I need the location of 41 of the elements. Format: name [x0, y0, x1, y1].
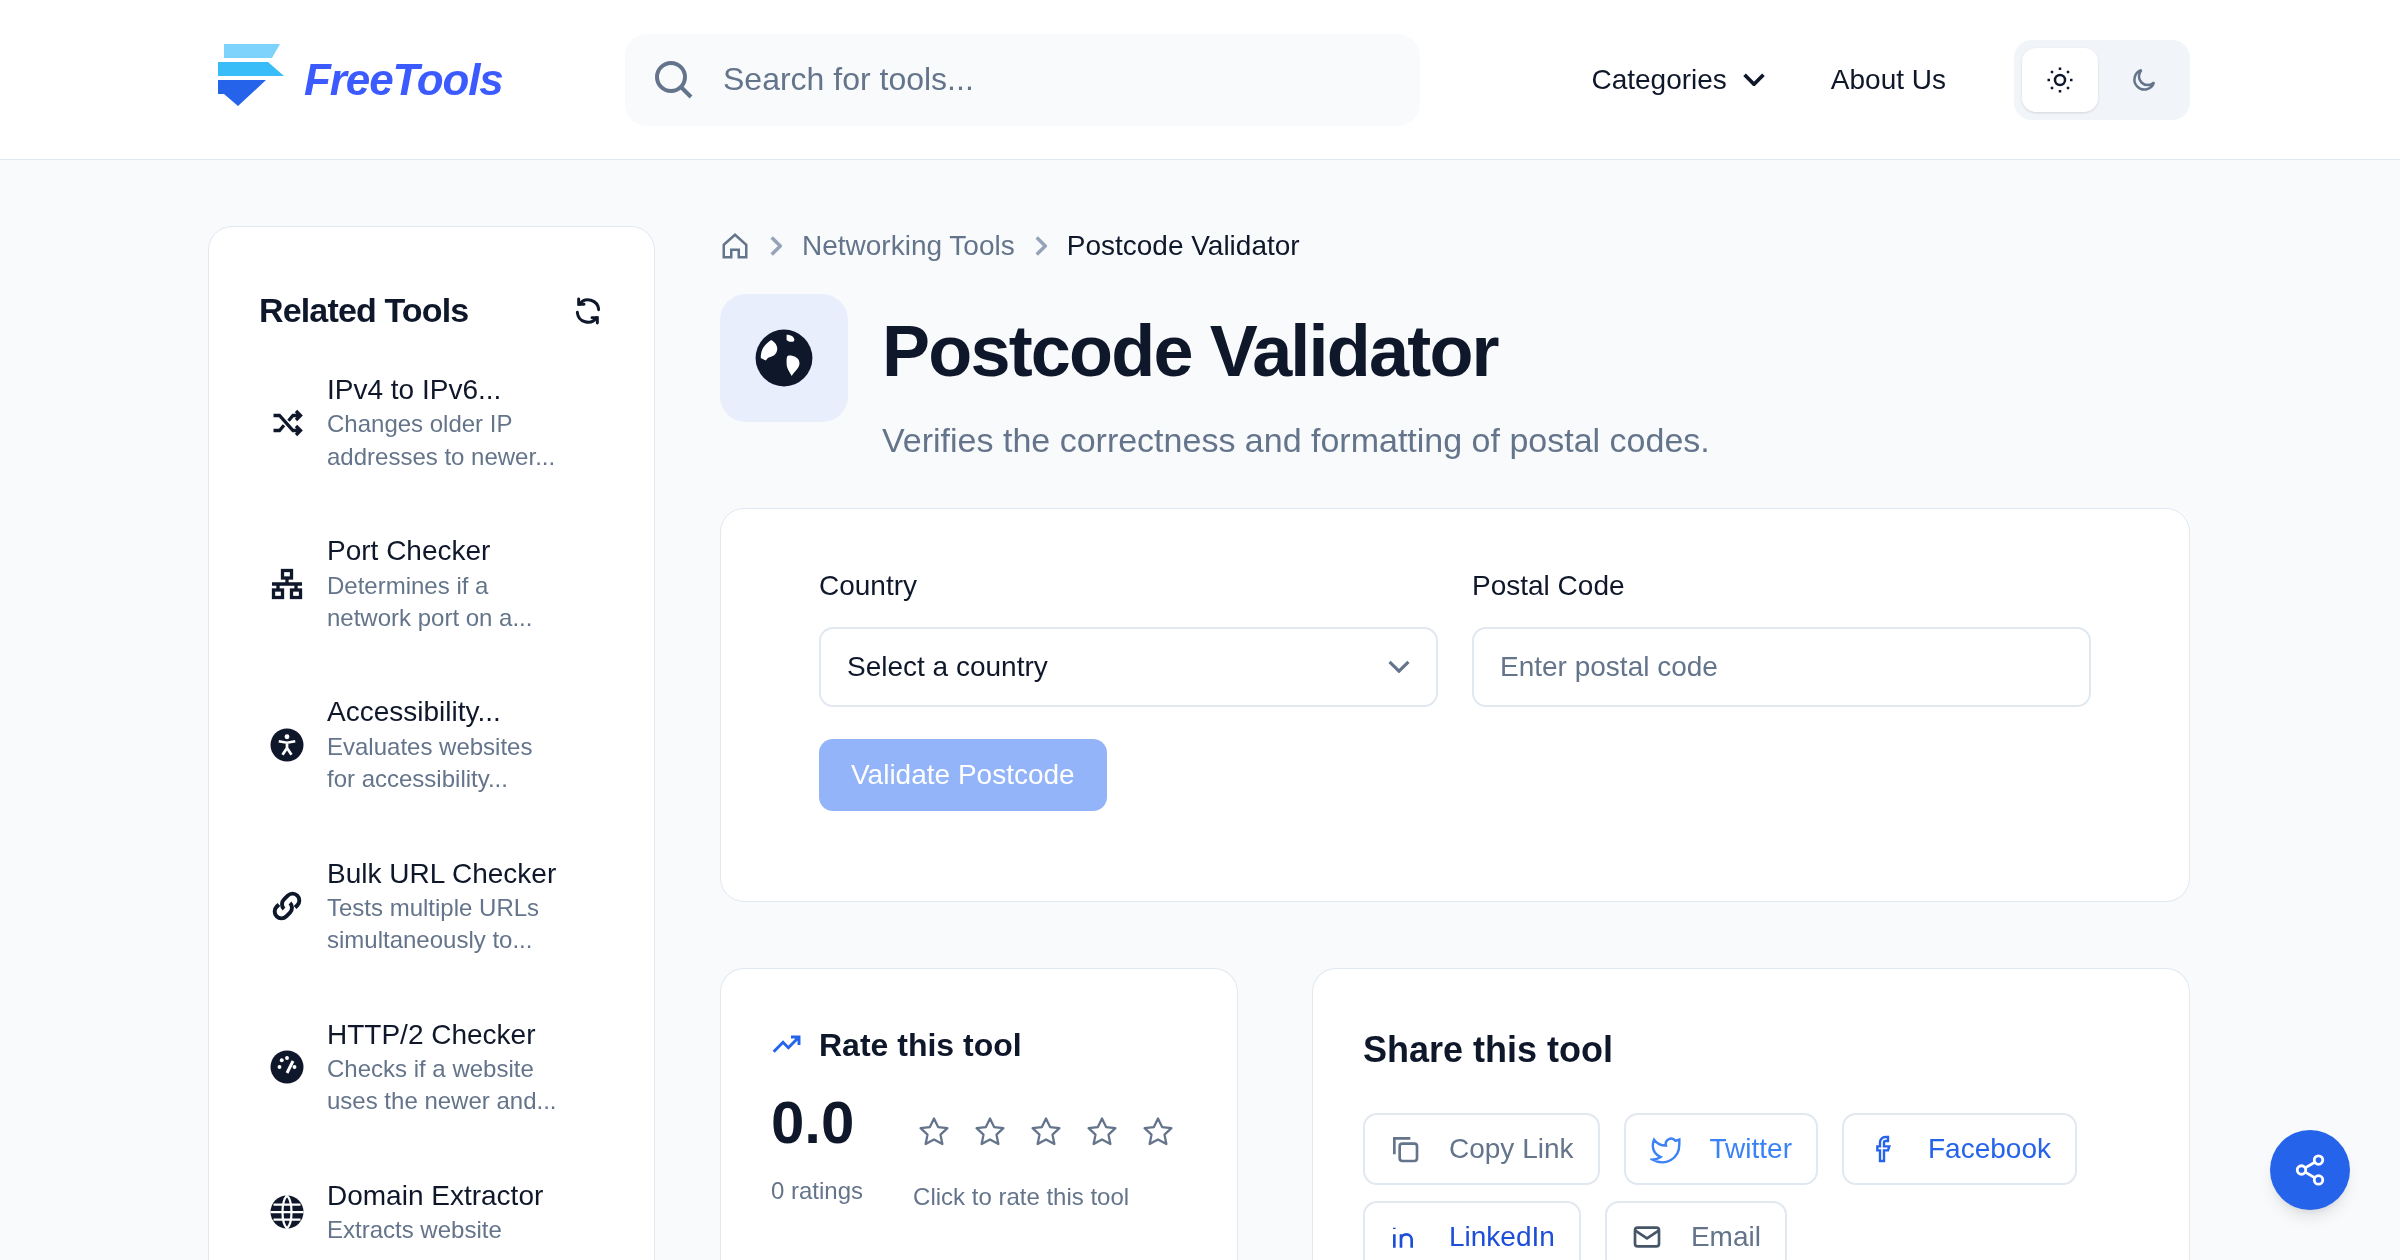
share-button[interactable]: Copy Link: [1363, 1112, 1600, 1185]
breadcrumb-link[interactable]: Networking Tools: [802, 225, 1015, 267]
globe-icon: [269, 1194, 305, 1231]
sidebar-item[interactable]: Accessibility... Evaluates websites for accessibility...: [259, 694, 604, 796]
sidebar-item[interactable]: Bulk URL Checker Tests multiple URLs simultaneously to...: [259, 855, 604, 957]
page-title: Postcode Validator: [882, 310, 1500, 393]
chevron-right-icon: [770, 236, 782, 256]
chevron-right-icon: [1034, 236, 1047, 256]
nav-link[interactable]: About Us: [1830, 58, 1946, 101]
sidebar-title: Related Tools: [259, 290, 469, 331]
rating-hint: Click to rate this tool: [913, 1181, 1131, 1212]
sidebar-item[interactable]: Port Checker Determines if a network port on a...: [259, 533, 604, 635]
nav-link[interactable]: Categories: [1591, 58, 1765, 101]
rating-count: 0 ratings: [771, 1175, 864, 1206]
share-icon: [2293, 1153, 2327, 1187]
field-label: Country: [819, 568, 919, 603]
share-button[interactable]: Facebook: [1842, 1112, 2077, 1185]
postal-code-field[interactable]: Enter postal code: [1472, 626, 2091, 707]
home-icon[interactable]: [720, 231, 750, 261]
sidebar-item[interactable]: Domain Extractor Extracts website: [259, 1177, 604, 1247]
theme-button[interactable]: [2022, 47, 2098, 112]
share-button[interactable]: Email: [1604, 1200, 1787, 1260]
field-label: Postal Code: [1472, 568, 1626, 603]
country-select[interactable]: Select a country: [819, 626, 1438, 707]
breadcrumb-current: Postcode Validator: [1066, 229, 1300, 263]
share-title: Share this tool: [1363, 1027, 1615, 1072]
accessibility-icon: [269, 726, 305, 763]
rating-title: Rate this tool: [819, 1025, 1022, 1065]
sidebar-item[interactable]: IPv4 to IPv6... Changes older IP addresses to newer...: [259, 372, 604, 474]
gauge-icon: [269, 1049, 305, 1086]
chevron-down-icon: [1742, 73, 1765, 86]
globe-icon: [753, 327, 815, 389]
logo-text[interactable]: FreeTools: [304, 46, 503, 113]
search-field[interactable]: Search for tools...: [625, 33, 1420, 126]
page-subtitle: Verifies the correctness and formatting of postal codes.: [882, 419, 1710, 461]
rating-score: 0.0: [771, 1087, 856, 1158]
chevron-down-icon: [1388, 660, 1410, 674]
share-button[interactable]: Twitter: [1623, 1112, 1818, 1185]
share-button[interactable]: LinkedIn: [1363, 1200, 1581, 1260]
sidebar-item[interactable]: HTTP/2 Checker Checks if a website uses the newer and...: [259, 1016, 604, 1118]
search-icon: [655, 60, 693, 99]
